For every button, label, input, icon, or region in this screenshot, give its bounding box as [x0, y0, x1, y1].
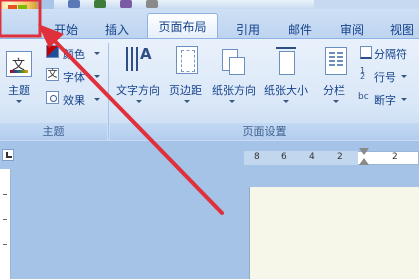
- chevron-down-icon: [401, 98, 407, 101]
- colors-label: 颜色: [63, 48, 85, 61]
- size-label: 纸张大小: [264, 84, 308, 97]
- orientation-label: 纸张方向: [212, 84, 256, 97]
- columns-icon: [325, 47, 347, 75]
- fonts-label: 字体: [63, 71, 85, 84]
- chevron-down-icon: [184, 100, 190, 103]
- redo-icon[interactable]: [120, 0, 132, 8]
- indent-marker-icon[interactable]: [359, 148, 369, 155]
- tab-mailings[interactable]: 邮件: [282, 22, 318, 39]
- undo-icon[interactable]: [94, 0, 106, 8]
- hyphenation-icon: bc: [358, 92, 369, 102]
- chevron-down-icon: [401, 75, 407, 78]
- breaks-label: 分隔符: [374, 48, 407, 61]
- ruler-number: 6: [281, 152, 287, 162]
- fonts-icon: 文: [46, 68, 59, 81]
- ruler-number: 4: [309, 152, 315, 162]
- themes-group-label: 主题: [0, 123, 107, 140]
- ruler-number: 2: [392, 152, 398, 162]
- chevron-down-icon: [16, 100, 22, 103]
- chevron-down-icon: [94, 52, 100, 55]
- tab-page-layout[interactable]: 页面布局: [147, 13, 218, 39]
- title-bar: [314, 0, 419, 9]
- effects-icon: [46, 91, 59, 104]
- hanging-indent-icon[interactable]: [359, 158, 369, 165]
- tab-view[interactable]: 视图: [384, 22, 419, 39]
- text-direction-icon: A: [124, 45, 152, 75]
- document-page[interactable]: [249, 187, 419, 279]
- line-numbers-label: 行号: [374, 71, 396, 84]
- margins-label: 页边距: [169, 84, 202, 97]
- themes-label: 主题: [8, 84, 30, 97]
- orientation-icon: [222, 49, 245, 75]
- chevron-down-icon: [94, 98, 100, 101]
- group-divider: [108, 43, 109, 139]
- print-icon[interactable]: [146, 0, 158, 8]
- hyphenation-label: 断字: [374, 94, 396, 107]
- tab-selector-button[interactable]: [2, 149, 14, 161]
- paper-size-icon: [276, 47, 298, 75]
- chevron-down-icon: [229, 100, 235, 103]
- margins-icon: [176, 46, 198, 74]
- save-icon[interactable]: [68, 0, 80, 8]
- colors-icon: [46, 45, 59, 58]
- chevron-down-icon: [283, 100, 289, 103]
- chevron-down-icon: [333, 100, 339, 103]
- chevron-down-icon: [136, 100, 142, 103]
- ribbon-tab-bar: 开始 插入 页面布局 引用 邮件 审阅 视图: [0, 9, 419, 39]
- line-numbers-icon: 12: [360, 66, 366, 81]
- chevron-down-icon: [94, 75, 100, 78]
- tab-references[interactable]: 引用: [230, 22, 266, 39]
- text-direction-label: 文字方向: [116, 84, 160, 97]
- tab-home[interactable]: 开始: [48, 22, 84, 39]
- tab-insert[interactable]: 插入: [99, 22, 135, 39]
- ruler-number: 2: [337, 152, 343, 162]
- quick-access-toolbar: [54, 0, 314, 9]
- ruler-number: 8: [254, 152, 260, 162]
- page-setup-group-label: 页面设置: [110, 123, 419, 140]
- vertical-ruler[interactable]: [0, 169, 11, 279]
- word-window: 开始 插入 页面布局 引用 邮件 审阅 视图 文 主题 颜色 文 字体 效果 主…: [0, 0, 419, 279]
- effects-label: 效果: [63, 94, 85, 107]
- tab-review[interactable]: 审阅: [334, 22, 370, 39]
- columns-label: 分栏: [323, 84, 345, 97]
- ribbon: 文 主题 颜色 文 字体 效果 主题 A 文字方向 页边距 纸张方向 纸张大小 …: [0, 38, 419, 141]
- breaks-icon: [360, 46, 372, 59]
- themes-icon: 文: [6, 51, 32, 77]
